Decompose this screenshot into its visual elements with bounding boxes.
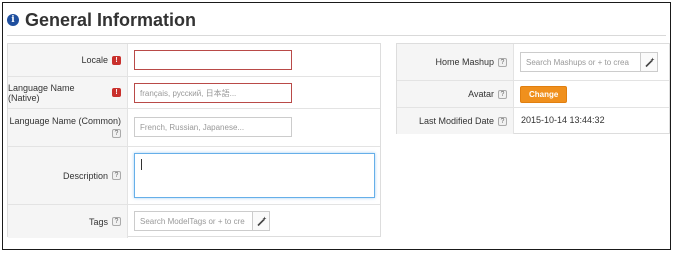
description-textarea[interactable]	[134, 153, 375, 198]
help-icon[interactable]: ?	[112, 129, 121, 138]
language-native-input[interactable]: français, русский, 日本語...	[134, 83, 292, 103]
locale-label: Locale	[81, 55, 108, 65]
tags-row: Tags ? Search ModelTags or + to cre	[8, 205, 380, 238]
home-mashup-search: Search Mashups or + to crea	[520, 52, 658, 72]
language-native-row: Language Name (Native) ! français, русск…	[8, 77, 380, 109]
header-divider	[7, 35, 666, 36]
home-mashup-placeholder: Search Mashups or + to crea	[526, 57, 629, 67]
info-icon: i	[7, 14, 19, 26]
right-form-panel: Home Mashup ? Search Mashups or + to cre…	[396, 43, 670, 134]
home-mashup-search-input[interactable]: Search Mashups or + to crea	[520, 52, 640, 72]
help-icon[interactable]: ?	[498, 116, 507, 126]
locale-row: Locale !	[8, 44, 380, 77]
magic-wand-button[interactable]	[252, 211, 270, 231]
description-label: Description	[62, 170, 108, 181]
magic-wand-icon	[644, 57, 654, 67]
text-caret	[141, 159, 142, 170]
home-mashup-label: Home Mashup	[435, 57, 494, 67]
last-modified-value: 2015-10-14 13:44:32	[521, 115, 605, 125]
section-title: General Information	[25, 9, 197, 30]
help-icon[interactable]: ?	[498, 57, 507, 67]
locale-input[interactable]	[134, 50, 292, 70]
description-row: Description ?	[8, 147, 380, 205]
home-mashup-row: Home Mashup ? Search Mashups or + to cre…	[397, 44, 669, 81]
magic-wand-button[interactable]	[640, 52, 658, 72]
language-native-placeholder: français, русский, 日本語...	[140, 88, 237, 98]
required-icon: !	[112, 55, 121, 65]
help-icon[interactable]: ?	[498, 89, 507, 99]
tags-search-input[interactable]: Search ModelTags or + to cre	[134, 211, 252, 231]
avatar-label: Avatar	[468, 89, 494, 99]
last-modified-label: Last Modified Date	[418, 116, 494, 126]
magic-wand-icon	[256, 216, 266, 226]
language-common-row: Language Name (Common) ? French, Russian…	[8, 109, 380, 147]
tags-placeholder: Search ModelTags or + to cre	[140, 216, 245, 226]
language-native-label: Language Name (Native)	[8, 82, 75, 103]
required-icon: !	[112, 88, 121, 97]
avatar-row: Avatar ? Change	[397, 81, 669, 108]
section-header: i General Information	[7, 8, 196, 32]
help-icon[interactable]: ?	[112, 217, 121, 226]
last-modified-row: Last Modified Date ? 2015-10-14 13:44:32	[397, 108, 669, 134]
tags-search: Search ModelTags or + to cre	[134, 211, 270, 231]
language-common-input[interactable]: French, Russian, Japanese...	[134, 117, 292, 137]
help-icon[interactable]: ?	[112, 171, 121, 180]
language-common-label: Language Name (Common)	[9, 116, 121, 126]
change-avatar-button[interactable]: Change	[520, 86, 568, 103]
general-information-panel: i General Information Locale ! Language …	[2, 2, 671, 250]
tags-label: Tags	[88, 216, 108, 227]
language-common-placeholder: French, Russian, Japanese...	[140, 122, 245, 132]
left-form-panel: Locale ! Language Name (Native) ! frança…	[7, 43, 381, 238]
